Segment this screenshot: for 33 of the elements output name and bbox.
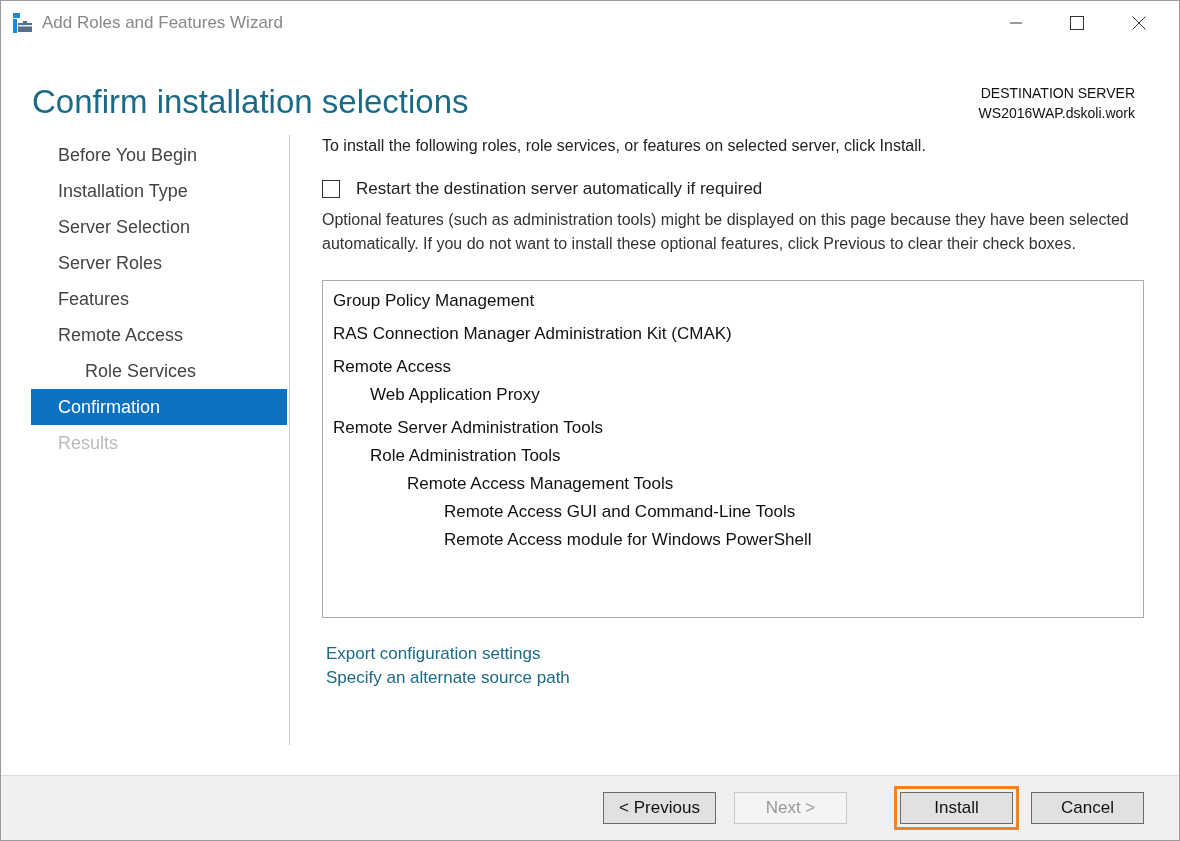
nav-item[interactable]: Role Services xyxy=(31,353,287,389)
nav-item[interactable]: Server Roles xyxy=(31,245,287,281)
nav-item[interactable]: Server Selection xyxy=(31,209,287,245)
wizard-button[interactable]: Install xyxy=(900,792,1013,824)
wizard-button[interactable]: Cancel xyxy=(1031,792,1144,824)
close-icon[interactable] xyxy=(1132,16,1146,30)
nav-item[interactable]: Confirmation xyxy=(31,389,287,425)
window-title: Add Roles and Features Wizard xyxy=(42,13,283,33)
nav-item[interactable]: Before You Begin xyxy=(31,137,287,173)
app-icon xyxy=(12,12,34,34)
nav-item[interactable]: Installation Type xyxy=(31,173,287,209)
feature-item: Group Policy Management xyxy=(333,290,536,312)
feature-item: Remote Server Administration Tools xyxy=(333,417,604,439)
note-text: Optional features (such as administration tools) might be displayed on this page because they have been selected automatically. If you do not want to install these optional features, click Previous to clear their check boxes. xyxy=(322,210,1130,254)
feature-item: Role Administration Tools xyxy=(370,445,562,467)
feature-item: RAS Connection Manager Administration Kit (CMAK) xyxy=(333,323,733,345)
restart-checkbox[interactable] xyxy=(322,180,340,198)
feature-item: Web Application Proxy xyxy=(370,384,541,406)
destination-server: WS2016WAP.dskoli.work xyxy=(978,104,1135,123)
feature-item: Remote Access xyxy=(333,356,453,378)
feature-item: Remote Access module for Windows PowerShell xyxy=(444,529,813,551)
nav-item[interactable]: Features xyxy=(31,281,287,317)
nav-item[interactable]: Remote Access xyxy=(31,317,287,353)
maximize-icon[interactable] xyxy=(1070,16,1084,30)
checkbox-label: Restart the destination server automatically if required xyxy=(356,179,763,199)
link[interactable]: Export configuration settings xyxy=(326,642,541,666)
link[interactable]: Specify an alternate source path xyxy=(326,666,570,690)
destination-label: DESTINATION SERVER xyxy=(980,84,1135,103)
feature-item: Remote Access Management Tools xyxy=(407,473,675,495)
feature-item: Remote Access GUI and Command-Line Tools xyxy=(444,501,797,523)
intro-text: To install the following roles, role services, or features on selected server, click Install. xyxy=(322,136,927,156)
wizard-button[interactable]: < Previous xyxy=(603,792,716,824)
page-title: Confirm installation selections xyxy=(32,83,469,122)
